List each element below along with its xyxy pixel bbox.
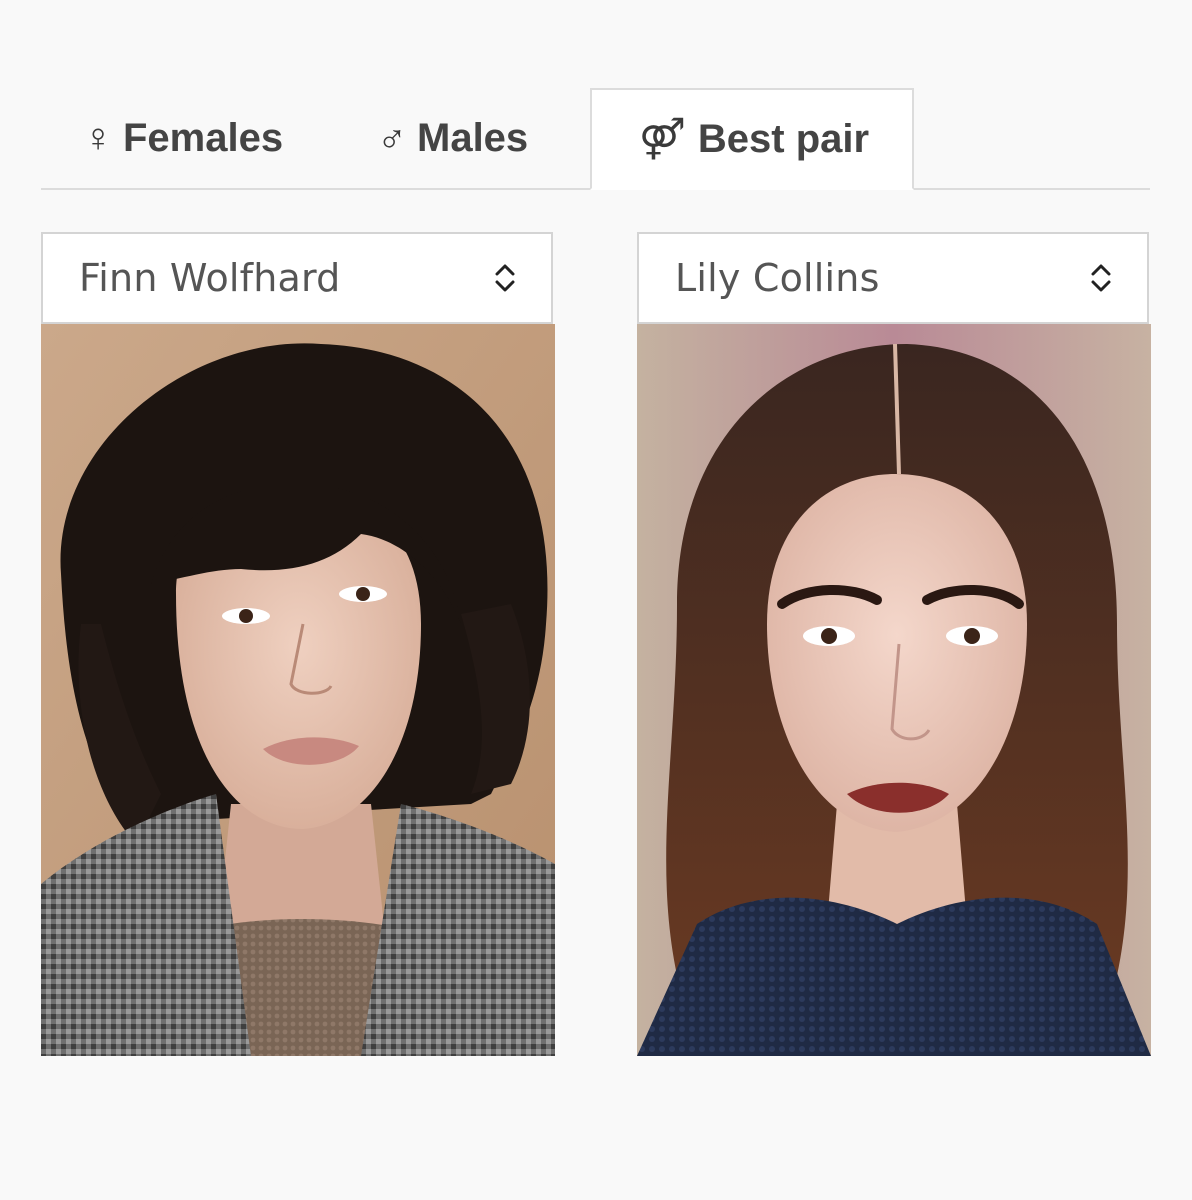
pair-symbol-icon: ⚤	[638, 117, 686, 161]
left-person-photo	[41, 324, 555, 1056]
right-person-select-value: Lily Collins	[675, 256, 880, 300]
right-person-photo	[637, 324, 1151, 1056]
left-person-select-value: Finn Wolfhard	[79, 256, 341, 300]
tab-best-pair-label: Best pair	[697, 116, 870, 161]
right-person-select[interactable]: Lily Collins	[637, 232, 1149, 324]
tab-males-label: Males	[417, 115, 529, 160]
tab-best-pair[interactable]: ⚤ Best pair	[590, 88, 914, 190]
best-pair-page: ♀ Females ♂ Males ⚤ Best pair Finn Wolfh…	[0, 0, 1192, 1200]
chevron-up-down-icon	[1091, 264, 1111, 292]
left-person-select[interactable]: Finn Wolfhard	[41, 232, 553, 324]
tab-males[interactable]: ♂ Males	[377, 88, 528, 188]
male-symbol-icon: ♂	[377, 115, 407, 160]
chevron-up-down-icon	[495, 264, 515, 292]
tab-females-label: Females	[123, 115, 284, 160]
female-symbol-icon: ♀	[83, 115, 113, 160]
gender-tabs: ♀ Females ♂ Males ⚤ Best pair	[41, 88, 1150, 190]
tab-females[interactable]: ♀ Females	[83, 88, 283, 188]
